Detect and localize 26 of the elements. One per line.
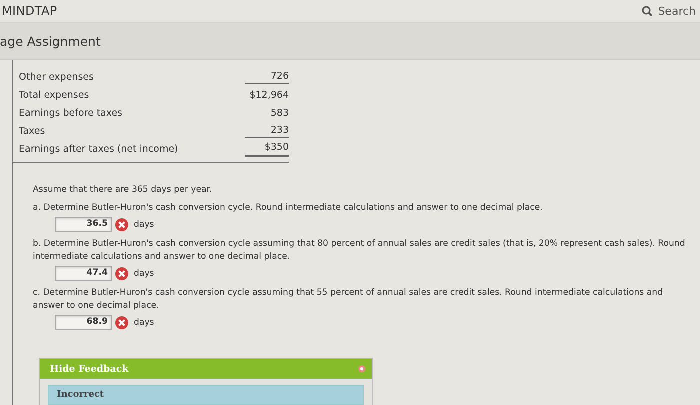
answer-field[interactable]: 47.4 [55, 266, 112, 282]
question-text: c. Determine Butler-Huron's cash conversion cycle assuming that 55 percent of annual sales are credit sales. Round intermediate calculations and answer to one decimal place. [33, 287, 664, 312]
row-value: $12,964 [248, 88, 289, 102]
unit-label: days [134, 318, 154, 328]
question-text: a. Determine Butler-Huron's cash conversion cycle. Round intermediate calculations and answer to one decimal place. [33, 202, 544, 214]
row-value: 726 [245, 70, 289, 84]
search-label[interactable]: Search [658, 4, 696, 18]
assignment-title: age Assignment [0, 34, 101, 48]
intro-text: Assume that there are 365 days per year. [33, 185, 214, 195]
row-label: Other expenses [19, 72, 94, 82]
row-value: 233 [245, 124, 289, 138]
unit-label: days [134, 268, 154, 279]
row-label: Total expenses [19, 90, 90, 100]
row-label: Earnings before taxes [19, 108, 123, 118]
row-label: Earnings after taxes (net income) [19, 144, 178, 154]
unit-label: days [134, 220, 154, 230]
row-label: Taxes [19, 126, 46, 136]
answer-field[interactable]: 68.9 [55, 315, 112, 330]
search-icon[interactable] [642, 6, 654, 16]
answer-field[interactable]: 36.5 [55, 217, 112, 232]
row-value: 583 [270, 106, 289, 120]
feedback-text: Incorrect [57, 390, 104, 400]
close-icon[interactable] [358, 365, 366, 374]
question-text: b. Determine Butler-Huron's cash conversion cycle assuming that 80 percent of annual sales are credit sales (that is, 20% represent cash sales). Round intermediate calculations and answer to one decimal place. [33, 238, 686, 264]
row-value: $350 [245, 141, 289, 157]
app-logo: MINDTAP [2, 4, 58, 18]
